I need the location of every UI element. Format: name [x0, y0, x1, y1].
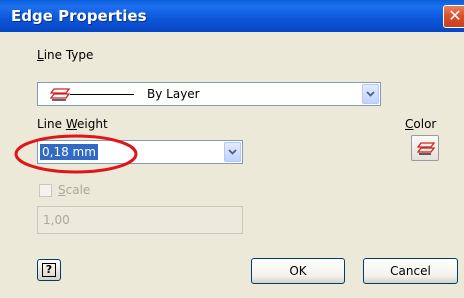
highlight-ellipse	[14, 134, 138, 174]
cancel-label: Cancel	[390, 264, 431, 278]
line-weight-label-pre: Line	[37, 117, 66, 131]
scale-label-rest: cale	[65, 183, 91, 197]
scale-input[interactable]: 1,00	[37, 206, 243, 234]
chevron-down-icon	[366, 91, 375, 97]
line-weight-label-rest: eight	[77, 117, 108, 131]
title-bar[interactable]: Edge Properties ✕	[0, 0, 464, 32]
line-type-dropdown[interactable]: By Layer	[37, 82, 381, 106]
edge-properties-dialog: Edge Properties ✕ Line Type By Layer Lin…	[0, 0, 464, 298]
line-type-value: By Layer	[147, 87, 200, 101]
line-type-label-rest: ine Type	[43, 48, 94, 62]
help-icon: ?	[42, 263, 56, 277]
color-label: Color	[405, 117, 436, 131]
line-type-dropdown-button[interactable]	[362, 84, 379, 104]
dialog-title: Edge Properties	[11, 7, 147, 25]
line-weight-label: Line Weight	[37, 117, 108, 131]
scale-value: 1,00	[43, 213, 70, 227]
line-type-label: Line Type	[37, 48, 93, 62]
line-weight-dropdown-button[interactable]	[224, 142, 241, 162]
color-button[interactable]	[411, 135, 439, 161]
scale-label: Scale	[58, 183, 90, 197]
ok-label: OK	[289, 264, 307, 278]
help-button[interactable]: ?	[37, 259, 61, 281]
cancel-button[interactable]: Cancel	[363, 258, 458, 284]
layer-icon	[416, 142, 436, 158]
line-sample	[70, 94, 134, 95]
line-type-mnemonic: L	[37, 48, 44, 62]
help-glyph: ?	[45, 263, 53, 276]
chevron-down-icon	[228, 149, 237, 155]
color-label-rest: olor	[413, 117, 437, 131]
line-weight-mnemonic: W	[65, 117, 77, 131]
scale-mnemonic: S	[58, 183, 66, 197]
close-icon: ✕	[448, 6, 462, 25]
close-button[interactable]: ✕	[443, 5, 464, 28]
layer-icon	[49, 88, 71, 104]
ok-button[interactable]: OK	[251, 258, 345, 284]
scale-checkbox[interactable]	[39, 184, 52, 197]
